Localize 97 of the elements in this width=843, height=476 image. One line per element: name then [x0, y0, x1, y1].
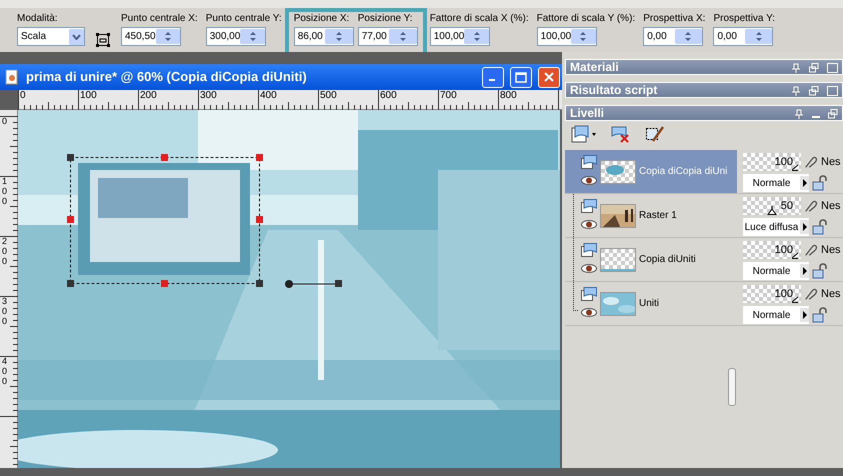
close-button[interactable] [538, 66, 560, 88]
slider-thumb[interactable] [791, 162, 801, 171]
blend-mode-dropdown[interactable]: Normale [743, 262, 809, 280]
blend-mode-dropdown[interactable]: Luce diffusa [743, 218, 809, 236]
layer-name: Raster 1 [639, 209, 677, 223]
arrow-icon[interactable] [800, 220, 809, 234]
minimize-button[interactable] [482, 66, 504, 88]
layer-name: Copia diUniti [639, 253, 696, 267]
lock-icon[interactable] [812, 262, 828, 280]
ruler-label: 300 [2, 297, 8, 327]
number-field[interactable]: 450,50 [121, 27, 181, 46]
number-field[interactable]: 100,00 [536, 27, 597, 46]
lock-icon[interactable] [812, 218, 828, 236]
ruler-label: 300 [200, 90, 217, 101]
ruler-label: 200 [2, 237, 8, 267]
slider-thumb[interactable] [791, 250, 801, 259]
slider-thumb[interactable] [767, 206, 777, 215]
spin-buttons[interactable] [240, 29, 265, 44]
field-label: Fattore di scala X (%): [430, 13, 529, 25]
layer-thumbnail [600, 248, 636, 272]
window-title: prima di unire* @ 60% (Copia diCopia diUniti) [26, 68, 308, 86]
opacity-slider[interactable]: 50 [743, 197, 801, 215]
document-icon [4, 68, 20, 86]
layer-row[interactable]: Copia diUniti [565, 238, 737, 281]
maximize-button[interactable] [510, 66, 532, 88]
caret-icon[interactable] [69, 28, 84, 44]
opacity-slider[interactable]: 100 [743, 285, 801, 303]
link-icon[interactable] [804, 242, 818, 258]
field-label: Punto centrale Y: [206, 13, 282, 25]
field-label: Prospettiva X: [643, 13, 706, 25]
layer-thumbnail [600, 204, 636, 228]
number-field[interactable]: 300,00 [206, 27, 266, 46]
arrow-icon[interactable] [800, 308, 809, 322]
ruler-label: 200 [140, 90, 157, 101]
transform-handles-drawing[interactable] [67, 154, 343, 288]
layer-name: Copia diCopia diUni [639, 165, 728, 179]
number-field[interactable]: 0,00 [713, 27, 774, 46]
maximize-icon[interactable] [515, 72, 527, 82]
new-layer-icon[interactable] [571, 125, 597, 143]
field-label: Posizione X: [294, 13, 350, 25]
field-label: Punto centrale X: [121, 13, 198, 25]
transform-box-icon[interactable] [96, 32, 110, 48]
lock-icon[interactable] [812, 174, 828, 192]
spin-buttons[interactable] [674, 29, 702, 44]
mask-link-label: Nes [821, 286, 841, 302]
ruler-label: 400 [260, 90, 277, 101]
layer-thumbnail [600, 292, 636, 316]
spin-buttons[interactable] [744, 29, 772, 44]
raster-layer-icon[interactable] [581, 198, 597, 214]
ruler-label: 600 [380, 90, 397, 101]
arrow-icon[interactable] [800, 264, 809, 278]
spin-buttons[interactable] [156, 29, 180, 44]
link-icon[interactable] [804, 198, 818, 214]
arrow-icon[interactable] [800, 176, 809, 190]
layer-row[interactable]: Raster 1 [565, 194, 737, 237]
number-field[interactable]: 86,00 [294, 27, 354, 46]
number-field[interactable]: 0,00 [643, 27, 704, 46]
ruler-label: 500 [320, 90, 337, 101]
close-icon[interactable] [544, 72, 554, 82]
layer-row[interactable]: Uniti [565, 282, 737, 325]
blend-mode-dropdown[interactable]: Normale [743, 174, 809, 192]
ruler-label: 400 [2, 357, 8, 387]
slider-thumb[interactable] [791, 294, 801, 303]
layer-thumbnail [600, 160, 636, 184]
spin-buttons[interactable] [571, 29, 596, 44]
ruler-label: 100 [2, 177, 8, 207]
mask-link-label: Nes [821, 242, 841, 258]
spin-buttons[interactable] [325, 29, 353, 44]
lock-icon[interactable] [812, 306, 828, 324]
splitter-handle[interactable] [728, 368, 736, 406]
raster-layer-icon[interactable] [581, 286, 597, 302]
spin-buttons[interactable] [464, 29, 489, 44]
spin-buttons[interactable] [389, 29, 417, 44]
mode-label: Modalità: [17, 13, 59, 25]
mode-dropdown[interactable]: Scala [17, 27, 85, 46]
link-icon[interactable] [804, 154, 818, 170]
ruler-label: 800 [500, 90, 517, 101]
blend-mode-dropdown[interactable]: Normale [743, 306, 809, 324]
ruler-label: 700 [440, 90, 457, 101]
link-icon[interactable] [804, 286, 818, 302]
field-label: Prospettiva Y: [713, 13, 775, 25]
raster-layer-icon[interactable] [581, 154, 597, 170]
layer-name: Uniti [639, 297, 660, 311]
field-label: Fattore di scala Y (%): [536, 13, 636, 25]
number-field[interactable]: 100,00 [430, 27, 490, 46]
ruler-label: 0 [20, 90, 26, 101]
ruler-label: 0 [2, 117, 8, 127]
opacity-slider[interactable]: 100 [743, 241, 801, 259]
raster-layer-icon[interactable] [581, 242, 597, 258]
number-field[interactable]: 77,00 [358, 27, 418, 46]
edit-selection-icon[interactable] [645, 125, 665, 143]
mask-link-label: Nes [821, 198, 841, 214]
field-label: Posizione Y: [358, 13, 414, 25]
mask-link-label: Nes [821, 154, 841, 170]
delete-layer-icon[interactable] [611, 125, 631, 143]
opacity-slider[interactable]: 100 [743, 153, 801, 171]
ruler-label: 100 [80, 90, 97, 101]
